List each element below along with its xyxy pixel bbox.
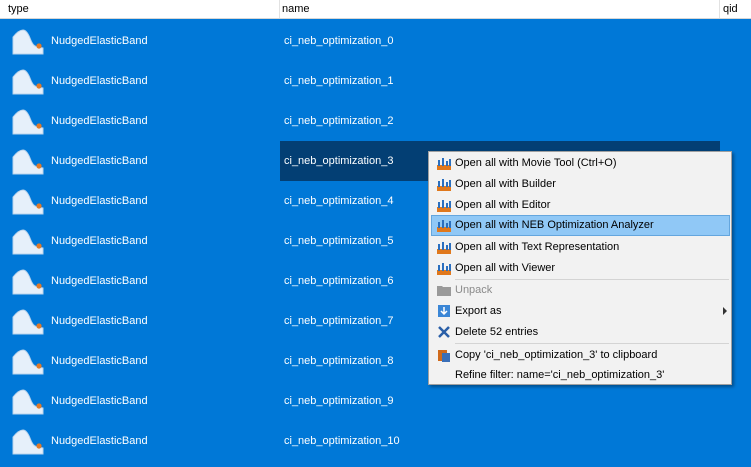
cell-type: NudgedElasticBand	[51, 35, 148, 47]
menu-item-delete[interactable]: Delete 52 entries	[431, 322, 730, 342]
menu-item-label: Open all with Editor	[455, 199, 551, 211]
cell-name: ci_neb_optimization_1	[284, 75, 394, 87]
cell-name: ci_neb_optimization_7	[284, 315, 394, 327]
table-row[interactable]: NudgedElasticBand ci_neb_optimization_9	[0, 381, 751, 421]
menu-item-label: Open all with Text Representation	[455, 241, 620, 253]
nudged-elastic-band-icon	[12, 29, 44, 55]
nudged-elastic-band-icon	[12, 109, 44, 135]
menu-item-label: Export as	[455, 305, 502, 317]
cell-type: NudgedElasticBand	[51, 355, 148, 367]
chart-icon	[437, 198, 451, 212]
cell-name: ci_neb_optimization_3	[284, 155, 394, 167]
cell-type: NudgedElasticBand	[51, 195, 148, 207]
menu-item-label: Copy 'ci_neb_optimization_3' to clipboar…	[455, 349, 658, 361]
column-header-type[interactable]: type	[0, 0, 280, 18]
cell-name: ci_neb_optimization_10	[284, 435, 400, 447]
table-header: type name qid	[0, 0, 751, 19]
menu-item-label: Open all with NEB Optimization Analyzer	[455, 219, 654, 231]
chart-icon	[437, 261, 451, 275]
nudged-elastic-band-icon	[12, 269, 44, 295]
table-row[interactable]: NudgedElasticBand ci_neb_optimization_0	[0, 21, 751, 61]
nudged-elastic-band-icon	[12, 389, 44, 415]
chart-icon	[437, 240, 451, 254]
table-row[interactable]: NudgedElasticBand ci_neb_optimization_10	[0, 421, 751, 461]
menu-item-open-viewer[interactable]: Open all with Viewer	[431, 258, 730, 278]
menu-item-unpack[interactable]: Unpack	[431, 280, 730, 300]
export-icon	[437, 304, 451, 318]
menu-item-label: Open all with Movie Tool (Ctrl+O)	[455, 157, 617, 169]
cell-type: NudgedElasticBand	[51, 275, 148, 287]
cell-type: NudgedElasticBand	[51, 155, 148, 167]
menu-item-label: Refine filter: name='ci_neb_optimization…	[455, 369, 665, 381]
menu-item-label: Delete 52 entries	[455, 326, 539, 338]
nudged-elastic-band-icon	[12, 189, 44, 215]
menu-item-refine-filter[interactable]: Refine filter: name='ci_neb_optimization…	[431, 365, 730, 385]
nudged-elastic-band-icon	[12, 69, 44, 95]
nudged-elastic-band-icon	[12, 149, 44, 175]
menu-item-label: Open all with Builder	[455, 178, 556, 190]
cell-type: NudgedElasticBand	[51, 115, 148, 127]
cell-type: NudgedElasticBand	[51, 235, 148, 247]
chart-icon	[437, 218, 451, 232]
cell-name: ci_neb_optimization_0	[284, 35, 394, 47]
cell-type: NudgedElasticBand	[51, 435, 148, 447]
nudged-elastic-band-icon	[12, 349, 44, 375]
menu-item-label: Open all with Viewer	[455, 262, 556, 274]
nudged-elastic-band-icon	[12, 229, 44, 255]
column-header-name[interactable]: name	[280, 0, 720, 18]
table-row[interactable]: NudgedElasticBand ci_neb_optimization_1	[0, 61, 751, 101]
delete-icon	[437, 325, 451, 339]
menu-item-open-neb-analyzer[interactable]: Open all with NEB Optimization Analyzer	[431, 215, 730, 236]
cell-type: NudgedElasticBand	[51, 395, 148, 407]
menu-item-open-text-representation[interactable]: Open all with Text Representation	[431, 237, 730, 257]
chart-icon	[437, 177, 451, 191]
nudged-elastic-band-icon	[12, 309, 44, 335]
cell-type: NudgedElasticBand	[51, 75, 148, 87]
cell-type: NudgedElasticBand	[51, 315, 148, 327]
menu-item-export-as[interactable]: Export as	[431, 301, 730, 321]
clipboard-icon	[437, 348, 451, 362]
cell-name: ci_neb_optimization_2	[284, 115, 394, 127]
cell-name: ci_neb_optimization_9	[284, 395, 394, 407]
menu-item-open-movie-tool[interactable]: Open all with Movie Tool (Ctrl+O)	[431, 153, 730, 173]
cell-name: ci_neb_optimization_8	[284, 355, 394, 367]
nudged-elastic-band-icon	[12, 429, 44, 455]
cell-name: ci_neb_optimization_4	[284, 195, 394, 207]
menu-item-label: Unpack	[455, 284, 493, 296]
menu-item-open-editor[interactable]: Open all with Editor	[431, 195, 730, 215]
column-header-qid[interactable]: qid	[720, 0, 751, 18]
submenu-arrow-icon	[723, 307, 727, 315]
cell-name: ci_neb_optimization_6	[284, 275, 394, 287]
folder-icon	[437, 283, 451, 297]
table-row[interactable]: NudgedElasticBand ci_neb_optimization_2	[0, 101, 751, 141]
menu-separator	[455, 343, 729, 344]
cell-name: ci_neb_optimization_5	[284, 235, 394, 247]
chart-icon	[437, 156, 451, 170]
menu-item-open-builder[interactable]: Open all with Builder	[431, 174, 730, 194]
context-menu: Open all with Movie Tool (Ctrl+O) Open a…	[428, 151, 732, 385]
menu-item-copy-to-clipboard[interactable]: Copy 'ci_neb_optimization_3' to clipboar…	[431, 345, 730, 365]
